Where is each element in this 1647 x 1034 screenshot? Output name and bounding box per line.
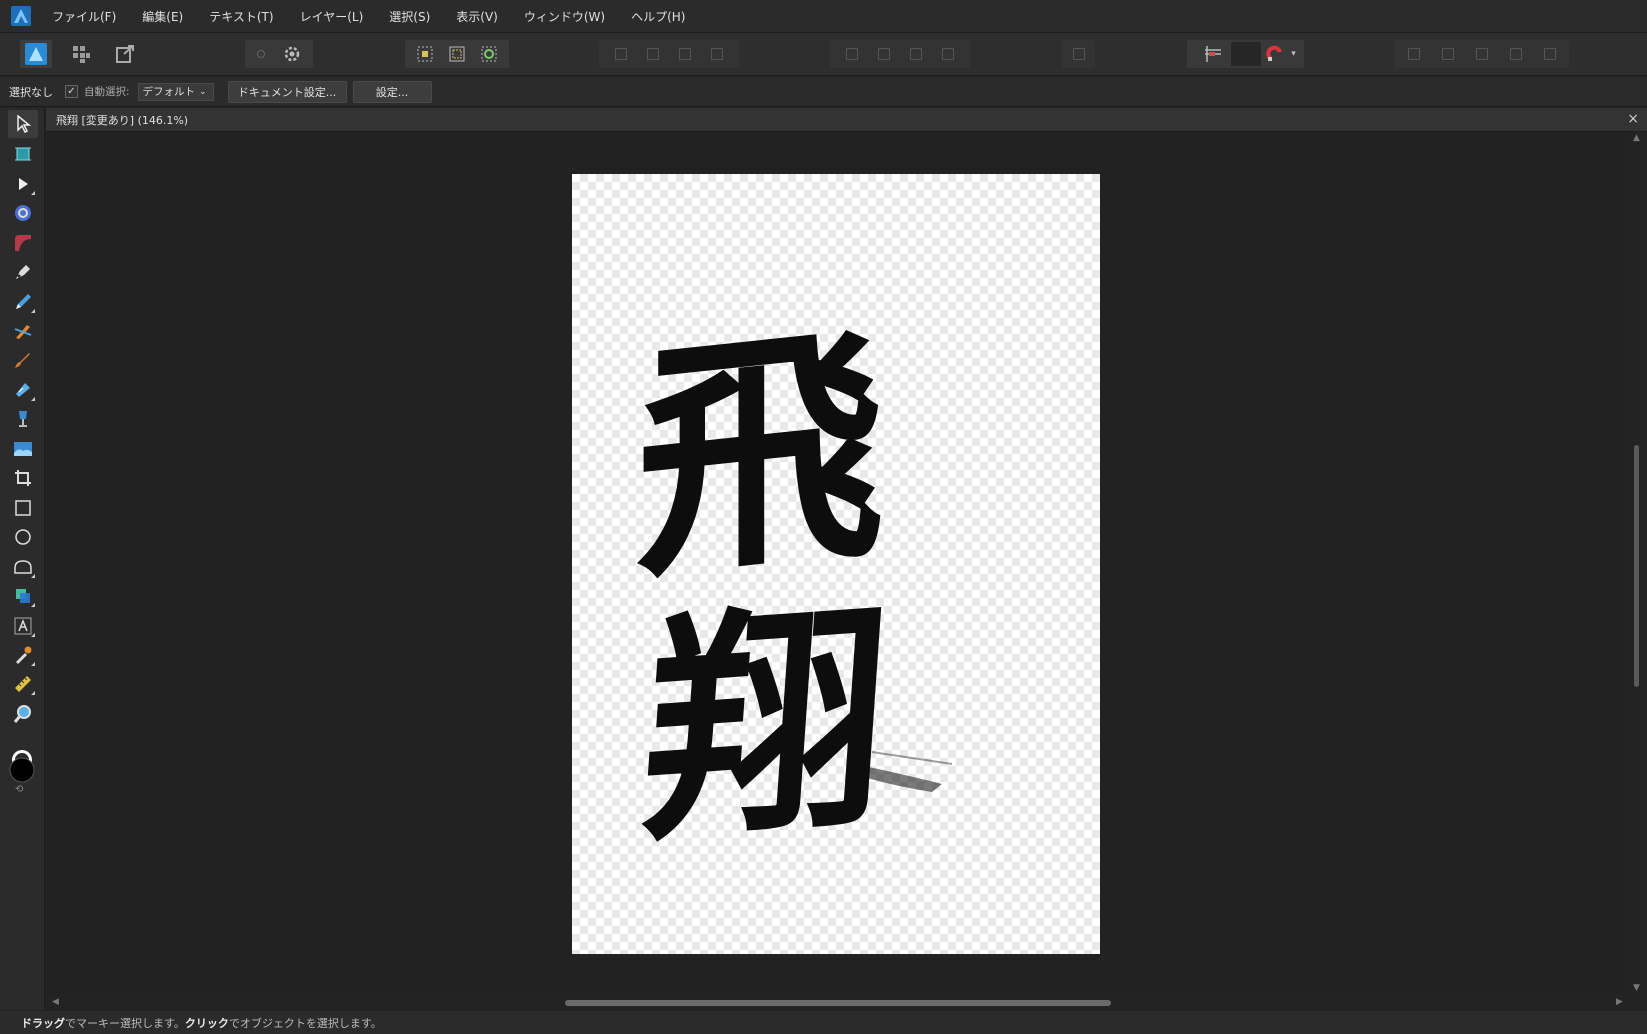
status-drag-word: ドラッグ xyxy=(21,1016,65,1030)
status-hint: ドラッグでマーキー選択します。クリックでオブジェクトを選択します。 xyxy=(21,1015,382,1031)
artistic-text-icon[interactable] xyxy=(8,612,38,640)
auto-select-dropdown[interactable]: デフォルト ⌄ xyxy=(137,82,214,101)
tools-panel: ⟲ xyxy=(0,108,45,1010)
main-toolbar: ▾ xyxy=(0,33,1647,76)
menu-select[interactable]: 選択(S) xyxy=(389,8,430,25)
place-image-icon[interactable] xyxy=(8,435,38,463)
context-toolbar: 選択なし ✓ 自動選択: デフォルト ⌄ ドキュメント設定... 設定... xyxy=(0,77,1647,107)
arrange-group[interactable] xyxy=(599,40,739,68)
document-setup-button[interactable]: ドキュメント設定... xyxy=(227,80,347,103)
horizontal-scroll-thumb[interactable] xyxy=(565,1000,1111,1006)
align-icon[interactable] xyxy=(1062,40,1095,68)
export-persona-icon[interactable] xyxy=(110,40,140,68)
ellipse-tool-icon[interactable] xyxy=(8,523,38,551)
menu-bar: ファイル(F) 編集(E) テキスト(T) レイヤー(L) 選択(S) 表示(V… xyxy=(0,0,1647,33)
horizontal-scrollbar[interactable]: ◀ ▶ xyxy=(46,995,1629,1011)
artboard-tool-icon[interactable] xyxy=(8,140,38,168)
node-tool-icon[interactable] xyxy=(8,170,38,198)
calligraphy-artwork[interactable]: 飛 翔 xyxy=(572,174,1100,954)
pen-tool-icon[interactable] xyxy=(8,258,38,286)
corner-tool-icon[interactable] xyxy=(8,199,38,227)
snapping-dot-icon[interactable] xyxy=(257,50,265,58)
swap-colors-icon[interactable]: ⟲ xyxy=(15,784,23,795)
rounded-shape-icon[interactable] xyxy=(8,553,38,581)
status-click-word: クリック xyxy=(184,1016,229,1030)
transparency-tool-icon[interactable] xyxy=(8,405,38,433)
status-part2: でオブジェクトを選択します。 xyxy=(228,1016,382,1030)
view-mode-group xyxy=(245,40,313,68)
move-tool-icon[interactable] xyxy=(8,110,38,138)
auto-select-value: デフォルト xyxy=(142,86,196,98)
fill-tool-icon[interactable] xyxy=(8,376,38,404)
auto-select-checkbox[interactable]: ✓ xyxy=(65,85,78,98)
selection-status: 選択なし xyxy=(9,85,53,99)
menu-edit[interactable]: 編集(E) xyxy=(142,8,183,25)
pixel-persona-icon[interactable] xyxy=(66,40,96,68)
scroll-left-icon[interactable]: ◀ xyxy=(52,997,59,1007)
vertical-scrollbar[interactable]: ▲ ▼ xyxy=(1629,133,1647,995)
chevron-down-icon[interactable]: ▾ xyxy=(1291,49,1296,59)
brush-stroke-dry xyxy=(871,751,953,765)
settings-button[interactable]: 設定... xyxy=(352,80,432,103)
color-swatches[interactable] xyxy=(8,748,36,788)
snapping-group: ▾ xyxy=(1187,40,1304,68)
magnet-icon[interactable] xyxy=(1265,44,1287,64)
snapping-grid-icon[interactable] xyxy=(1203,44,1223,64)
scroll-right-icon[interactable]: ▶ xyxy=(1616,997,1623,1007)
vertical-scroll-thumb[interactable] xyxy=(1634,445,1639,687)
settings-gear-icon[interactable] xyxy=(283,45,301,63)
crop-tool-icon[interactable] xyxy=(8,464,38,492)
shape-tool-icon[interactable] xyxy=(8,582,38,610)
status-part1: でマーキー選択します。 xyxy=(65,1016,185,1030)
designer-persona-icon[interactable] xyxy=(20,40,52,68)
menu-help[interactable]: ヘルプ(H) xyxy=(631,8,685,25)
document-tab[interactable]: 飛翔 [変更あり] (146.1%) × xyxy=(46,108,1647,132)
chevron-down-icon: ⌄ xyxy=(199,86,207,97)
scroll-down-icon[interactable]: ▼ xyxy=(1633,983,1640,993)
status-bar: ドラッグでマーキー選択します。クリックでオブジェクトを選択します。 xyxy=(0,1011,1647,1034)
snapping-toggle-icon[interactable] xyxy=(1231,42,1262,66)
menu-file[interactable]: ファイル(F) xyxy=(52,8,116,25)
auto-select-label: 自動選択: xyxy=(84,86,130,98)
document-title: 飛翔 [変更あり] (146.1%) xyxy=(56,113,189,127)
document-page[interactable]: 飛 翔 xyxy=(572,174,1100,954)
boolean-group[interactable] xyxy=(1394,40,1569,68)
menu-text[interactable]: テキスト(T) xyxy=(209,8,273,25)
select-none-icon[interactable] xyxy=(447,44,467,64)
scroll-up-icon[interactable]: ▲ xyxy=(1633,133,1640,143)
canvas-area[interactable]: 飛 翔 xyxy=(46,133,1629,995)
select-all-icon[interactable] xyxy=(415,44,435,64)
color-picker-icon[interactable] xyxy=(8,641,38,669)
menu-window[interactable]: ウィンドウ(W) xyxy=(524,8,605,25)
calligraphy-char-1: 飛 xyxy=(636,295,885,616)
invert-selection-icon[interactable] xyxy=(479,44,499,64)
measure-tool-icon[interactable] xyxy=(8,670,38,698)
close-icon[interactable]: × xyxy=(1627,111,1639,127)
paint-brush-icon[interactable] xyxy=(8,346,38,374)
pencil-tool-icon[interactable] xyxy=(8,288,38,316)
menu-layer[interactable]: レイヤー(L) xyxy=(300,8,364,25)
point-transform-icon[interactable] xyxy=(8,229,38,257)
vector-brush-icon[interactable] xyxy=(8,317,38,345)
transform-group[interactable] xyxy=(830,40,970,68)
selection-group xyxy=(405,40,509,68)
calligraphy-char-2: 翔 xyxy=(637,575,896,875)
zoom-tool-icon[interactable] xyxy=(8,700,38,728)
rectangle-tool-icon[interactable] xyxy=(8,494,38,522)
menu-view[interactable]: 表示(V) xyxy=(456,8,498,25)
app-logo-icon[interactable] xyxy=(10,5,32,27)
